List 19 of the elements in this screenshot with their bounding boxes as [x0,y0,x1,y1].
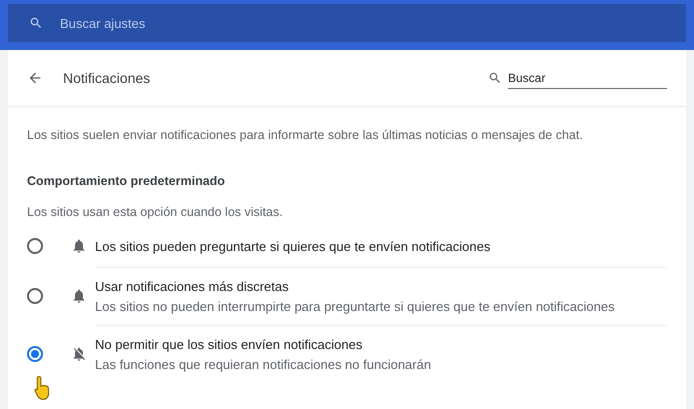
option-label: Los sitios pueden preguntarte si quieres que te envíen notificaciones [95,238,492,254]
bell-icon [71,238,87,254]
bell-off-icon [71,346,87,362]
option-label: No permitir que los sitios envíen notificaciones [95,337,364,352]
back-arrow-icon [27,70,43,86]
search-field[interactable]: Buscar [508,68,667,88]
radio-button[interactable] [27,238,43,254]
radio-button[interactable] [27,288,43,304]
option-description: Los sitios no pueden interrumpirte para preguntarte si quieres que te envíen notificaciones [95,299,616,314]
section-heading: Comportamiento predeterminado [26,173,226,188]
search-icon [29,16,43,30]
option-label: Usar notificaciones más discretas [95,279,290,294]
radio-button[interactable] [27,346,43,362]
search-icon [488,71,502,85]
option-description: Las funciones que requieran notificaciones no funcionarán [95,357,432,372]
page-title: Notificaciones [63,70,152,86]
description-text: Los sitios suelen enviar notificaciones para informarte sobre las últimas noticias o mensajes de chat. [26,127,584,144]
section-subtitle: Los sitios usan esta opción cuando los visitas. [26,204,284,221]
bell-icon [71,288,87,304]
